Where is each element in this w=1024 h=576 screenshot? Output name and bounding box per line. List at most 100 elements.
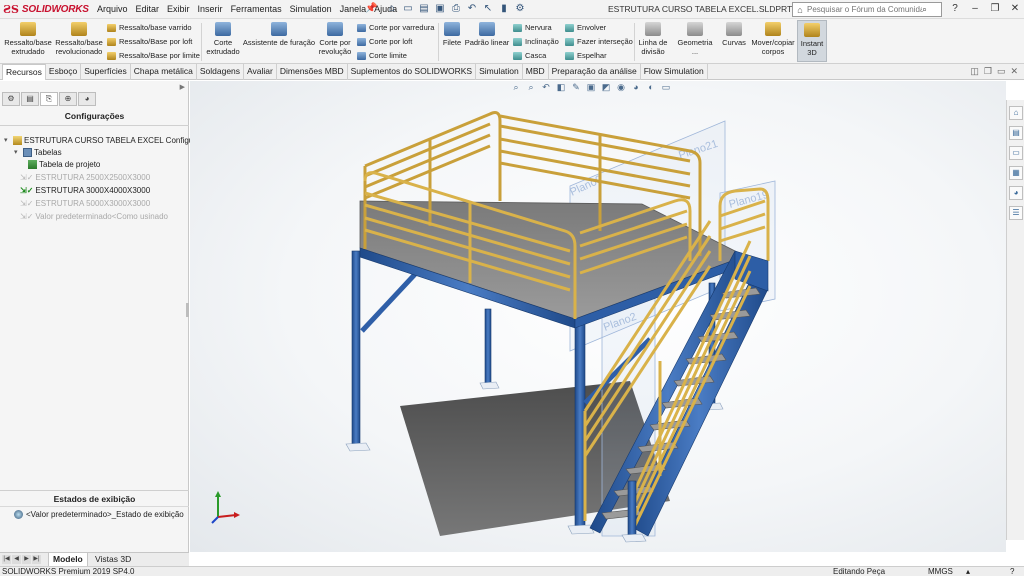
- menu-inserir[interactable]: Inserir: [194, 4, 227, 15]
- tile-view-icon[interactable]: ◫: [970, 66, 979, 77]
- open-icon[interactable]: ▤: [418, 2, 430, 15]
- print-icon[interactable]: ⎙: [450, 2, 462, 15]
- custom-properties-icon[interactable]: ☰: [1009, 206, 1023, 220]
- select-icon[interactable]: ↖: [482, 2, 494, 15]
- expand-icon[interactable]: ▾: [4, 135, 11, 146]
- menu-simulation[interactable]: Simulation: [286, 4, 336, 15]
- display-state-item[interactable]: <Valor predeterminado>_Estado de exibiçã…: [14, 510, 184, 519]
- minimize-icon[interactable]: –: [968, 2, 982, 16]
- menu-bar: Arquivo Editar Exibir Inserir Ferramenta…: [93, 4, 401, 15]
- tree-item-tabelas[interactable]: ▾ Tabelas: [14, 147, 62, 158]
- options-icon[interactable]: ⚙: [514, 2, 526, 15]
- tab-mbd[interactable]: MBD: [523, 64, 549, 80]
- save-icon[interactable]: ▣: [434, 2, 446, 15]
- last-tab-icon[interactable]: ▶|: [32, 555, 41, 564]
- tree-item-design-table[interactable]: Tabela de projeto: [28, 159, 100, 170]
- home-search-icon[interactable]: ⌂: [793, 5, 807, 15]
- intersect-button[interactable]: Fazer interseção: [565, 37, 633, 46]
- help-icon[interactable]: ?: [948, 2, 962, 16]
- home-icon[interactable]: ⌂: [386, 2, 398, 15]
- tab-flow-simulation[interactable]: Flow Simulation: [641, 64, 708, 80]
- boundary-cut-button[interactable]: Corte limite: [357, 51, 407, 60]
- help-status-icon[interactable]: ?: [1010, 567, 1014, 576]
- config-item[interactable]: ⇲✓ ESTRUTURA 2500X2500X3000: [20, 172, 150, 183]
- display-manager-tab-icon[interactable]: ◕: [78, 92, 96, 106]
- tab-modelo[interactable]: Modelo: [48, 553, 88, 567]
- units-text[interactable]: MMGS: [928, 567, 953, 576]
- menu-ferramentas[interactable]: Ferramentas: [227, 4, 286, 15]
- window-restore-icon[interactable]: ▭: [997, 66, 1006, 77]
- draft-button[interactable]: Inclinação: [513, 37, 559, 46]
- next-tab-icon[interactable]: ▶: [22, 555, 31, 564]
- shell-button[interactable]: Casca: [513, 51, 546, 60]
- dimxpert-tab-icon[interactable]: ⊕: [59, 92, 77, 106]
- config-item-active[interactable]: ⇲✓ ESTRUTURA 3000X4000X3000: [20, 185, 150, 196]
- revolved-cut-button[interactable]: Corte por revolução: [316, 22, 354, 56]
- tab-soldagens[interactable]: Soldagens: [197, 64, 245, 80]
- rebuild-icon[interactable]: ▮: [498, 2, 510, 15]
- first-tab-icon[interactable]: |◀: [2, 555, 11, 564]
- mirror-button[interactable]: Espelhar: [565, 51, 607, 60]
- swept-cut-button[interactable]: Corte por varredura: [357, 23, 434, 32]
- hole-wizard-button[interactable]: Assistente de furação: [242, 22, 316, 47]
- move-copy-bodies-button[interactable]: Mover/copiar corpos: [749, 22, 797, 56]
- solidworks-resources-icon[interactable]: ⌂: [1009, 106, 1023, 120]
- boundary-boss-button[interactable]: Ressalto/Base por limite: [107, 51, 200, 60]
- graphics-area[interactable]: ⌕ ⌕ ↶ ◧ ✎ ▣ ◩ ◉ ◕ ◐ ▭ Plano21 Plano19 Pl…: [190, 81, 1006, 552]
- extruded-cut-button[interactable]: Corte extrudado: [204, 22, 242, 56]
- search-icon[interactable]: ⌕: [922, 4, 927, 15]
- linear-pattern-button[interactable]: Padrão linear: [464, 22, 510, 47]
- reference-geometry-button[interactable]: Geometria ...: [671, 22, 719, 56]
- split-line-button[interactable]: Linha de divisão: [636, 22, 670, 56]
- lofted-boss-button[interactable]: Ressalto/Base por loft: [107, 37, 192, 46]
- window-close-icon[interactable]: ✕: [1010, 66, 1018, 77]
- panel-splitter[interactable]: [186, 303, 189, 317]
- configuration-manager-tab-icon[interactable]: ⎘: [40, 92, 58, 106]
- revolved-boss-button[interactable]: Ressalto/base revolucionado: [54, 22, 104, 56]
- restore-icon[interactable]: ❐: [988, 2, 1002, 16]
- feature-manager-tab-icon[interactable]: ⚙: [2, 92, 20, 106]
- tab-chapa-metalica[interactable]: Chapa metálica: [131, 64, 197, 80]
- rib-button[interactable]: Nervura: [513, 23, 552, 32]
- revolve-cut-icon: [327, 22, 343, 36]
- config-item[interactable]: ⇲✓ Valor predeterminado<Como usinado: [20, 211, 168, 222]
- extruded-boss-button[interactable]: Ressalto/base extrudado: [3, 22, 53, 56]
- tree-root[interactable]: ▾ ESTRUTURA CURSO TABELA EXCEL Configura: [4, 135, 200, 146]
- swept-boss-button[interactable]: Ressalto/base varrido: [107, 23, 192, 32]
- menu-arquivo[interactable]: Arquivo: [93, 4, 132, 15]
- prev-tab-icon[interactable]: ◀: [12, 555, 21, 564]
- appearances-icon[interactable]: ◕: [1009, 186, 1023, 200]
- menu-editar[interactable]: Editar: [132, 4, 164, 15]
- close-icon[interactable]: ✕: [1008, 2, 1022, 16]
- property-manager-tab-icon[interactable]: ▤: [21, 92, 39, 106]
- lofted-cut-button[interactable]: Corte por loft: [357, 37, 412, 46]
- config-item[interactable]: ⇲✓ ESTRUTURA 5000X3000X3000: [20, 198, 150, 209]
- tab-preparacao-analise[interactable]: Preparação da análise: [549, 64, 641, 80]
- view-palette-icon[interactable]: ▦: [1009, 166, 1023, 180]
- instant-3d-button[interactable]: Instant 3D: [797, 20, 827, 62]
- curves-button[interactable]: Curvas: [719, 22, 749, 47]
- tab-recursos[interactable]: Recursos: [2, 64, 46, 80]
- fillet-button[interactable]: Filete: [440, 22, 464, 47]
- restore-view-icon[interactable]: ❐: [984, 66, 992, 77]
- tab-dimensoes-mbd[interactable]: Dimensões MBD: [277, 64, 348, 80]
- tab-suplementos[interactable]: Suplementos do SOLIDWORKS: [348, 64, 477, 80]
- search-input[interactable]: [807, 5, 922, 14]
- expand-icon[interactable]: ▾: [14, 147, 21, 158]
- menu-exibir[interactable]: Exibir: [163, 4, 194, 15]
- wrap-button[interactable]: Envolver: [565, 23, 606, 32]
- file-explorer-icon[interactable]: ▭: [1009, 146, 1023, 160]
- tab-esboco[interactable]: Esboço: [46, 64, 82, 80]
- undo-icon[interactable]: ↶: [466, 2, 478, 15]
- collapse-panel-icon[interactable]: ▶: [180, 83, 185, 91]
- new-icon[interactable]: ▭: [402, 2, 414, 15]
- tab-avaliar[interactable]: Avaliar: [244, 64, 277, 80]
- units-dropdown-icon[interactable]: ▴: [966, 567, 970, 576]
- model-3d-view[interactable]: Plano21 Plano19 Plano9 Plano2: [190, 81, 1006, 552]
- design-library-icon[interactable]: ▤: [1009, 126, 1023, 140]
- tab-superficies[interactable]: Superfícies: [81, 64, 131, 80]
- pin-icon[interactable]: 📌: [365, 3, 377, 14]
- tab-vistas-3d[interactable]: Vistas 3D: [91, 553, 135, 566]
- tab-simulation[interactable]: Simulation: [476, 64, 523, 80]
- solidworks-logo[interactable]: ƧS SOLIDWORKS: [3, 3, 89, 16]
